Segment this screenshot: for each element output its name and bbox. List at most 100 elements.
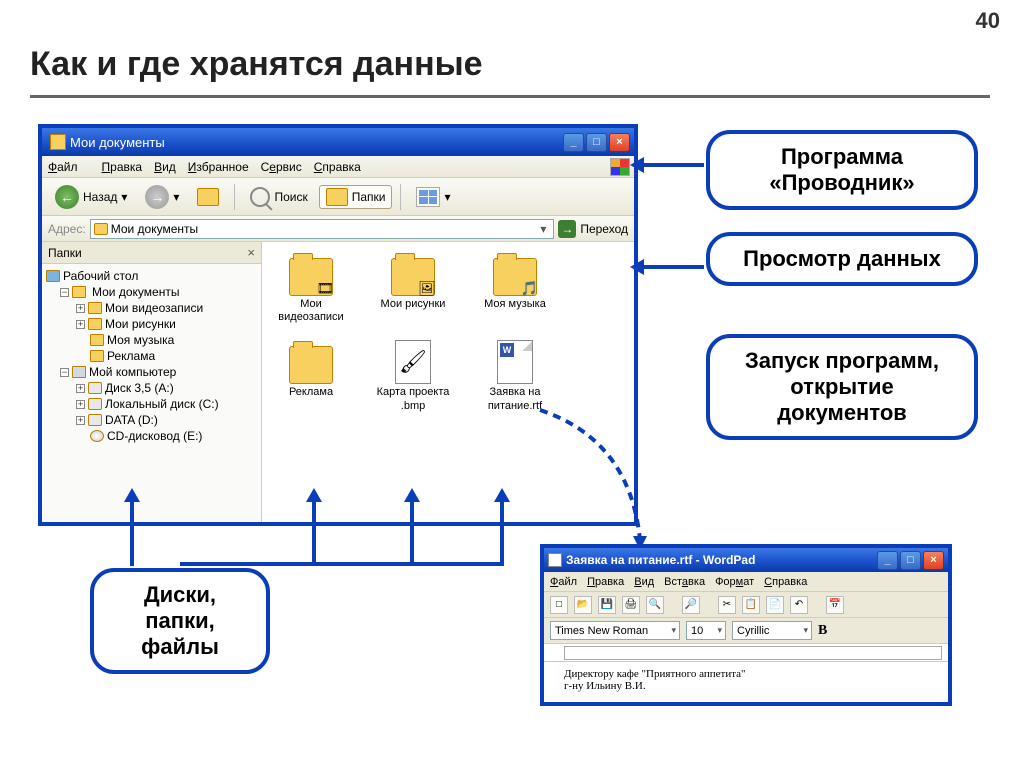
address-bar: Адрес: Мои документы ▾ → Переход — [42, 216, 634, 242]
folder-icon — [90, 350, 104, 362]
up-button[interactable] — [190, 185, 226, 209]
folder-icon — [72, 286, 86, 298]
tree-ads[interactable]: Реклама — [46, 348, 257, 364]
find-button[interactable]: 🔎 — [682, 596, 700, 614]
minimize-button[interactable]: _ — [877, 551, 898, 570]
new-button[interactable]: □ — [550, 596, 568, 614]
tree-mydocs[interactable]: −Мои документы — [46, 284, 257, 300]
collapse-icon[interactable]: − — [60, 368, 69, 377]
menu-help[interactable]: Справка — [764, 576, 807, 588]
tree-mymusic[interactable]: Моя музыка — [46, 332, 257, 348]
arrow — [312, 500, 316, 566]
datetime-button[interactable]: 📅 — [826, 596, 844, 614]
arrow — [312, 562, 414, 566]
file-ads[interactable]: Реклама — [272, 340, 350, 412]
arrow — [500, 500, 504, 566]
computer-icon — [72, 366, 86, 378]
desktop-icon — [46, 270, 60, 282]
maximize-button[interactable]: □ — [900, 551, 921, 570]
explorer-toolbar: ← Назад ▾ → ▾ Поиск Папки ▾ — [42, 178, 634, 216]
file-map-bmp[interactable]: Карта проекта .bmp — [374, 340, 452, 412]
preview-button[interactable]: 🔍 — [646, 596, 664, 614]
menu-file[interactable]: Файл — [550, 576, 577, 588]
forward-button[interactable]: → ▾ — [138, 182, 186, 212]
forward-icon: → — [145, 185, 169, 209]
expand-icon[interactable]: + — [76, 304, 85, 313]
explorer-titlebar[interactable]: Мои документы _ □ × — [42, 128, 634, 156]
tree-mycomputer[interactable]: −Мой компьютер — [46, 364, 257, 380]
tree-mypics[interactable]: +Мои рисунки — [46, 316, 257, 332]
font-select[interactable]: Times New Roman — [550, 621, 680, 640]
tree-myvideo[interactable]: +Мои видеозаписи — [46, 300, 257, 316]
address-dropdown-icon[interactable]: ▾ — [536, 222, 550, 236]
print-button[interactable]: 🖨 — [622, 596, 640, 614]
folder-icon — [88, 318, 102, 330]
callout-explorer: Программа «Проводник» — [706, 130, 978, 210]
rtf-icon: W — [497, 340, 533, 384]
script-select[interactable]: Cyrillic — [732, 621, 812, 640]
wordpad-titlebar[interactable]: Заявка на питание.rtf - WordPad _ □ × — [544, 548, 948, 572]
expand-icon[interactable]: + — [76, 320, 85, 329]
menu-favorites[interactable]: Избранное — [188, 160, 249, 174]
back-button[interactable]: ← Назад ▾ — [48, 182, 134, 212]
go-icon[interactable]: → — [558, 220, 576, 238]
views-button[interactable]: ▾ — [409, 184, 457, 210]
save-button[interactable]: 💾 — [598, 596, 616, 614]
address-field[interactable]: Мои документы ▾ — [90, 219, 555, 239]
menu-view[interactable]: Вид — [154, 160, 176, 174]
minimize-button[interactable]: _ — [563, 133, 584, 152]
size-select[interactable]: 10 — [686, 621, 726, 640]
go-label[interactable]: Переход — [580, 222, 628, 236]
folders-button[interactable]: Папки — [319, 185, 393, 209]
copy-button[interactable]: 📋 — [742, 596, 760, 614]
explorer-menubar: Файл Правка Вид Избранное Сервис Справка — [42, 156, 634, 178]
menu-tools[interactable]: Сервис — [261, 160, 302, 174]
menu-edit[interactable]: Правка — [102, 160, 143, 174]
open-button[interactable]: 📂 — [574, 596, 592, 614]
close-button[interactable]: × — [923, 551, 944, 570]
menu-format[interactable]: Формат — [715, 576, 754, 588]
file-mypics[interactable]: 🖼 Мои рисунки — [374, 252, 452, 324]
wordpad-document[interactable]: Директору кафе "Приятного аппетита" г-ну… — [544, 662, 948, 702]
menu-file[interactable]: Файл — [48, 160, 90, 174]
picture-icon: 🖼 — [418, 280, 436, 297]
expand-icon[interactable]: + — [76, 400, 85, 409]
slide-title: Как и где хранятся данные — [30, 45, 483, 84]
menu-edit[interactable]: Правка — [587, 576, 624, 588]
undo-button[interactable]: ↶ — [790, 596, 808, 614]
arrow-head-icon — [630, 157, 644, 173]
cut-button[interactable]: ✂ — [718, 596, 736, 614]
folder-icon — [90, 334, 104, 346]
folder-up-icon — [197, 188, 219, 206]
paste-button[interactable]: 📄 — [766, 596, 784, 614]
callout-launch: Запуск программ, открытие документов — [706, 334, 978, 440]
wordpad-toolbar: □ 📂 💾 🖨 🔍 🔎 ✂ 📋 📄 ↶ 📅 — [544, 592, 948, 618]
folder-icon — [88, 302, 102, 314]
tree-desktop[interactable]: Рабочий стол — [46, 268, 257, 284]
bold-button[interactable]: В — [818, 623, 827, 639]
close-panel-button[interactable]: × — [247, 245, 255, 260]
tree-datad[interactable]: +DATA (D:) — [46, 412, 257, 428]
menu-view[interactable]: Вид — [634, 576, 654, 588]
collapse-icon[interactable]: − — [60, 288, 69, 297]
tree-localc[interactable]: +Локальный диск (C:) — [46, 396, 257, 412]
folder-icon: 🖼 — [391, 258, 435, 296]
cd-icon — [90, 430, 104, 442]
file-request-rtf[interactable]: W Заявка на питание.rtf — [476, 340, 554, 412]
content-panel[interactable]: 🎞 Мои видеозаписи 🖼 Мои рисунки 🎵 Моя му… — [262, 242, 634, 522]
close-button[interactable]: × — [609, 133, 630, 152]
menu-insert[interactable]: Вставка — [664, 576, 705, 588]
search-button[interactable]: Поиск — [243, 184, 314, 210]
maximize-button[interactable]: □ — [586, 133, 607, 152]
file-mymusic[interactable]: 🎵 Моя музыка — [476, 252, 554, 324]
tree-cde[interactable]: CD-дисковод (E:) — [46, 428, 257, 444]
views-icon — [416, 187, 440, 207]
tree-floppy[interactable]: +Диск 3,5 (A:) — [46, 380, 257, 396]
menu-help[interactable]: Справка — [314, 160, 361, 174]
file-myvideo[interactable]: 🎞 Мои видеозаписи — [272, 252, 350, 324]
expand-icon[interactable]: + — [76, 384, 85, 393]
windows-logo-icon — [610, 158, 630, 176]
arrow-head-icon — [306, 488, 322, 502]
expand-icon[interactable]: + — [76, 416, 85, 425]
wordpad-ruler[interactable] — [544, 644, 948, 662]
